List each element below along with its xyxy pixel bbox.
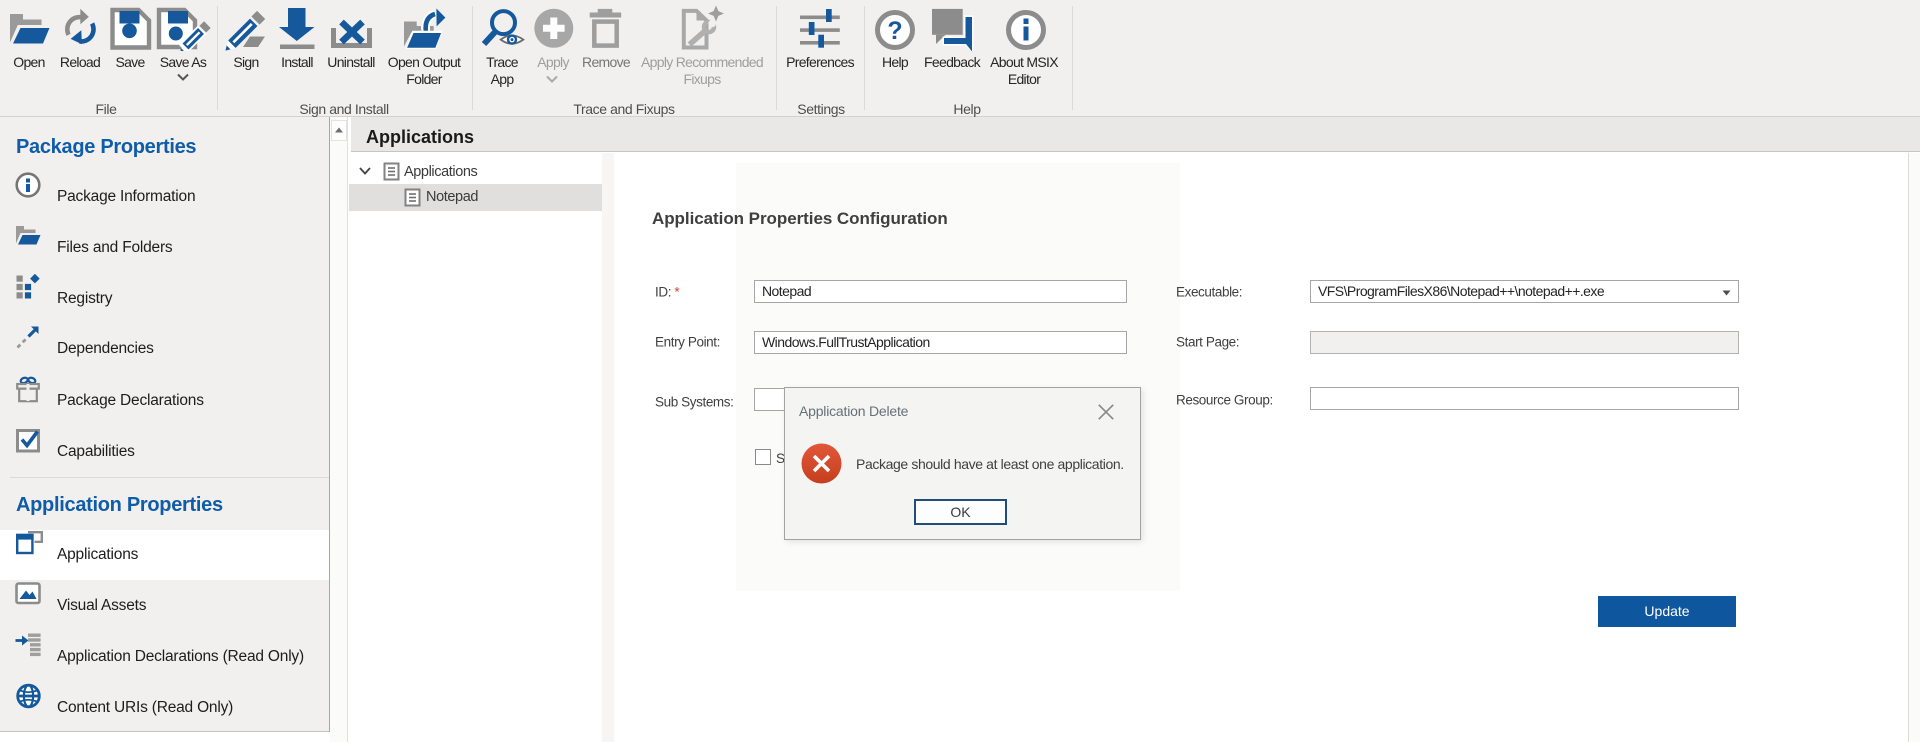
- svg-text:?: ?: [887, 17, 902, 45]
